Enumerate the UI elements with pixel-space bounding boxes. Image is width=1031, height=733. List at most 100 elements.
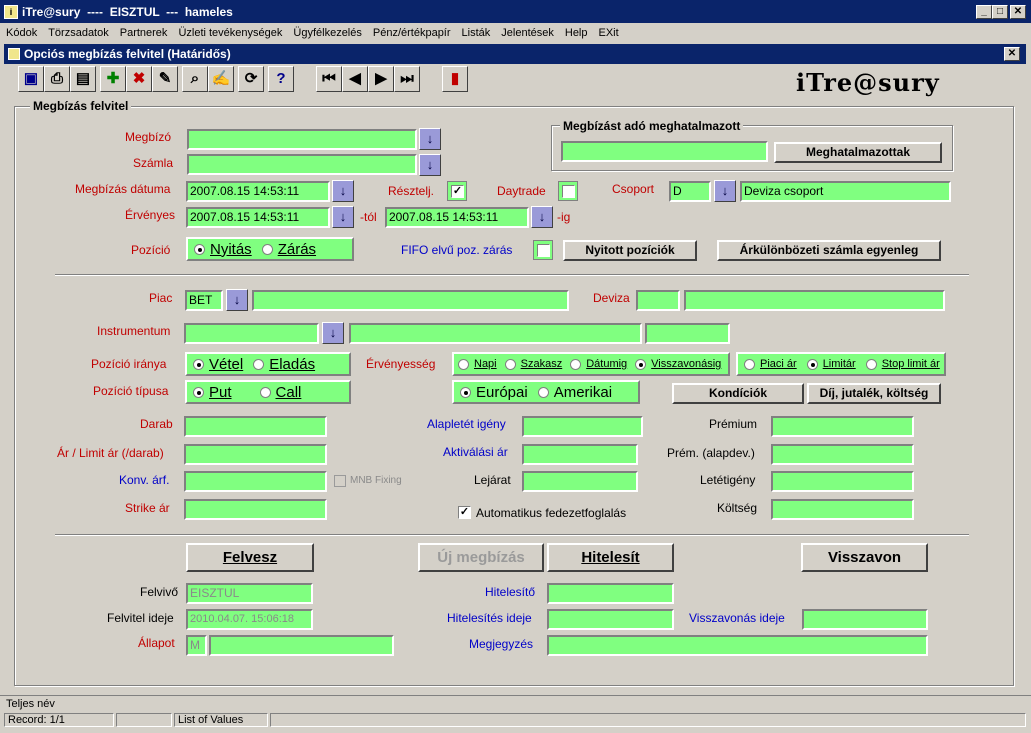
next-record-icon[interactable]: ▶ <box>368 66 394 92</box>
allapot-name-field[interactable] <box>209 635 394 656</box>
megbizo-field[interactable] <box>187 129 417 150</box>
felvitel-ideje-field[interactable]: 2010.04.07. 15:06:18 <box>186 609 313 630</box>
ervenyes-to-lov-button[interactable]: ↓ <box>531 206 553 228</box>
put-radio[interactable]: Put <box>193 384 232 401</box>
clear-field-icon[interactable]: ✎ <box>152 66 178 92</box>
csoport-name-field[interactable]: Deviza csoport <box>740 181 951 202</box>
add-record-icon[interactable]: ✚ <box>100 66 126 92</box>
aktivalasi-field[interactable] <box>522 444 638 465</box>
piac-lov-button[interactable]: ↓ <box>226 289 248 311</box>
datum-lov-button[interactable]: ↓ <box>332 180 354 202</box>
exit-icon[interactable]: ▮ <box>442 66 468 92</box>
csoport-code-field[interactable]: D <box>669 181 711 202</box>
instrumentum-name-field[interactable] <box>349 323 642 344</box>
ervenyes-to-field[interactable]: 2007.08.15 14:53:11 <box>385 207 529 228</box>
visszavon-button[interactable]: Visszavon <box>801 543 928 572</box>
csoport-lov-button[interactable]: ↓ <box>714 180 736 202</box>
szamla-lov-button[interactable]: ↓ <box>419 154 441 176</box>
hitelesito-field[interactable] <box>547 583 674 604</box>
datumig-radio[interactable]: Dátumig <box>570 358 627 370</box>
napi-radio[interactable]: Napi <box>458 358 497 370</box>
arkulonbozet-button[interactable]: Árkülönbözeti számla egyenleg <box>717 240 941 261</box>
szakasz-radio[interactable]: Szakasz <box>504 358 562 370</box>
instrumentum-lov-button[interactable]: ↓ <box>322 322 344 344</box>
meghatalmazottak-button[interactable]: Meghatalmazottak <box>774 142 942 163</box>
deviza-name-field[interactable] <box>684 290 945 311</box>
koltseg-field[interactable] <box>771 499 914 520</box>
darab-field[interactable] <box>184 416 327 437</box>
query-icon[interactable]: ⌕ <box>182 66 208 92</box>
piac-code-field[interactable]: BET <box>185 290 223 311</box>
meghatalmazott-field[interactable] <box>561 141 768 162</box>
hitelesites-ideje-field[interactable] <box>547 609 674 630</box>
uj-megbizas-button[interactable]: Új megbízás <box>418 543 544 572</box>
felvesz-button[interactable]: Felvesz <box>186 543 314 572</box>
fifo-checkbox[interactable] <box>533 240 553 260</box>
piac-name-field[interactable] <box>252 290 569 311</box>
instrumentum-code-field[interactable] <box>184 323 319 344</box>
maximize-button[interactable]: □ <box>992 5 1008 19</box>
print-icon[interactable]: ⎙ <box>44 66 70 92</box>
felvivo-field[interactable]: EISZTUL <box>186 583 313 604</box>
minimize-button[interactable]: _ <box>976 5 992 19</box>
ar-field[interactable] <box>184 444 327 465</box>
close-window-button[interactable]: ✕ <box>1010 5 1026 19</box>
save-icon[interactable]: ▣ <box>18 66 44 92</box>
datum-field[interactable]: 2007.08.15 14:53:11 <box>186 181 330 202</box>
help-icon[interactable]: ? <box>268 66 294 92</box>
limitar-radio[interactable]: Limitár <box>806 358 856 370</box>
edit-icon[interactable]: ✍ <box>208 66 234 92</box>
print-preview-icon[interactable]: ▤ <box>70 66 96 92</box>
daytrade-checkbox[interactable] <box>558 181 578 201</box>
menu-penz[interactable]: Pénz/értékpapír <box>373 27 451 39</box>
allapot-code-field[interactable]: M <box>186 635 207 656</box>
nyitas-radio[interactable]: Nyitás <box>194 241 252 258</box>
alapletet-field[interactable] <box>522 416 643 437</box>
menu-listak[interactable]: Listák <box>462 27 491 39</box>
zaras-radio[interactable]: Zárás <box>261 241 316 258</box>
close-form-button[interactable]: ✕ <box>1004 47 1020 61</box>
premium-field[interactable] <box>771 416 914 437</box>
resztelj-checkbox[interactable]: ✓ <box>447 181 467 201</box>
strike-field[interactable] <box>184 499 327 520</box>
letetigeny-field[interactable] <box>771 471 914 492</box>
dij-button[interactable]: Díj, jutalék, költség <box>807 383 941 404</box>
eladas-radio[interactable]: Eladás <box>253 356 315 373</box>
amerikai-radio[interactable]: Amerikai <box>537 384 612 401</box>
menu-kodok[interactable]: Kódok <box>6 27 37 39</box>
menu-exit[interactable]: EXit <box>599 27 619 39</box>
menu-ugyfelkezeles[interactable]: Ügyfélkezelés <box>293 27 361 39</box>
call-radio[interactable]: Call <box>259 384 301 401</box>
menu-partnerek[interactable]: Partnerek <box>120 27 168 39</box>
megjegyzes-field[interactable] <box>547 635 928 656</box>
refresh-icon[interactable]: ⟳ <box>238 66 264 92</box>
szamla-field[interactable] <box>187 154 417 175</box>
first-record-icon[interactable]: ⏮ <box>316 66 342 92</box>
vetel-radio[interactable]: Vétel <box>193 356 243 373</box>
nyitott-poziciok-button[interactable]: Nyitott pozíciók <box>563 240 697 261</box>
menu-torzsadatok[interactable]: Törzsadatok <box>48 27 109 39</box>
lejarat-field[interactable] <box>522 471 638 492</box>
visszavonasig-radio[interactable]: Visszavonásig <box>635 358 721 370</box>
menu-help[interactable]: Help <box>565 27 588 39</box>
menu-uzleti[interactable]: Üzleti tevékenységek <box>178 27 282 39</box>
piaci-ar-radio[interactable]: Piaci ár <box>744 358 797 370</box>
kondiciok-button[interactable]: Kondíciók <box>672 383 804 404</box>
delete-record-icon[interactable]: ✖ <box>126 66 152 92</box>
visszavonas-ideje-field[interactable] <box>802 609 928 630</box>
prem-alap-field[interactable] <box>771 444 914 465</box>
prev-record-icon[interactable]: ◀ <box>342 66 368 92</box>
megbizo-lov-button[interactable]: ↓ <box>419 128 441 150</box>
ervenyes-from-lov-button[interactable]: ↓ <box>332 206 354 228</box>
konv-field[interactable] <box>184 471 327 492</box>
menu-jelentesek[interactable]: Jelentések <box>501 27 554 39</box>
mnb-checkbox[interactable] <box>334 475 346 487</box>
auto-checkbox[interactable]: ✓ <box>458 506 471 519</box>
last-record-icon[interactable]: ⏭ <box>394 66 420 92</box>
stop-limit-radio[interactable]: Stop limit ár <box>865 358 940 370</box>
europai-radio[interactable]: Európai <box>460 384 528 401</box>
deviza-code-field[interactable] <box>636 290 680 311</box>
instrumentum-extra-field[interactable] <box>645 323 730 344</box>
ervenyes-from-field[interactable]: 2007.08.15 14:53:11 <box>186 207 330 228</box>
hitelesit-button[interactable]: Hitelesít <box>547 543 674 572</box>
